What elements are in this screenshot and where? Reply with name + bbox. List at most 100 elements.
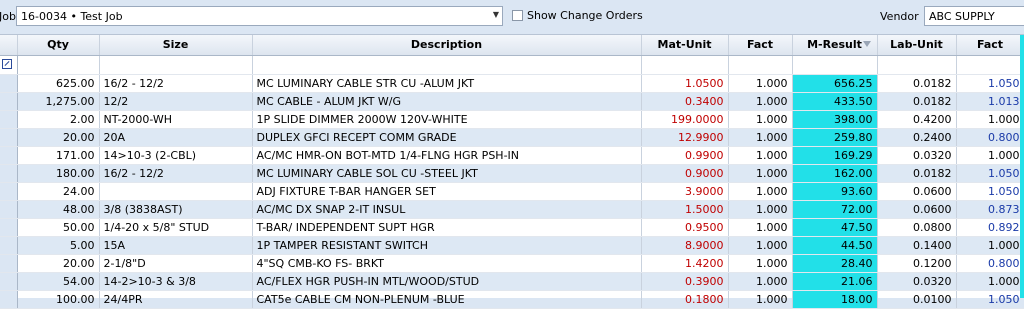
table-row[interactable]: 100.00 24/4PR CAT5e CABLE CM NON-PLENUM -B… [0,290,1024,309]
row-selector[interactable] [0,74,18,93]
cell-description[interactable]: 1P TAMPER RESISTANT SWITCH [252,236,642,255]
cell-size[interactable]: 16/2 - 12/2 [99,164,253,183]
cell-lab-fact[interactable]: 1.050 [956,182,1024,201]
cell-lab-fact[interactable]: 1.050 [956,290,1024,309]
cell-qty[interactable]: 20.00 [17,254,100,273]
column-header-lab-unit[interactable]: Lab-Unit [877,35,957,56]
cell-lab-fact[interactable]: 1.050 [956,164,1024,183]
cell-lab-unit[interactable]: 0.0600 [877,182,957,201]
cell-qty[interactable]: 50.00 [17,218,100,237]
cell-qty[interactable]: 5.00 [17,236,100,255]
row-selector[interactable] [0,272,18,291]
row-selector[interactable] [0,110,18,129]
cell-description[interactable]: AC/MC HMR-ON BOT-MTD 1/4-FLNG HGR PSH-IN [252,146,642,165]
cell-lab-fact[interactable]: 0.800 [956,254,1024,273]
cell-lab-unit[interactable]: 0.0182 [877,164,957,183]
cell-lab-unit[interactable]: 0.0182 [877,74,957,93]
cell-lab-fact[interactable]: 1.000 [956,110,1024,129]
cell-lab-unit[interactable]: 0.4200 [877,110,957,129]
cell-mat-unit[interactable]: 3.9000 [641,182,729,201]
cell-mat-unit[interactable]: 199.0000 [641,110,729,129]
cell-lab-unit[interactable]: 0.0100 [877,290,957,309]
cell-lab-fact[interactable]: 1.000 [956,272,1024,291]
cell-lab-unit[interactable]: 0.0800 [877,218,957,237]
cell-size[interactable]: NT-2000-WH [99,110,253,129]
cell-size[interactable]: 2-1/8"D [99,254,253,273]
cell-m-result[interactable]: 93.60 [792,182,878,201]
row-selector[interactable] [0,236,18,255]
cell-mat-unit[interactable]: 8.9000 [641,236,729,255]
filter-cell-lab-unit[interactable] [877,55,957,75]
cell-qty[interactable]: 54.00 [17,272,100,291]
cell-fact[interactable]: 1.000 [728,128,793,147]
cell-lab-fact[interactable]: 1.000 [956,236,1024,255]
cell-size[interactable]: 16/2 - 12/2 [99,74,253,93]
cell-lab-unit[interactable]: 0.2400 [877,128,957,147]
cell-description[interactable]: CAT5e CABLE CM NON-PLENUM -BLUE [252,290,642,309]
cell-mat-unit[interactable]: 0.9900 [641,146,729,165]
cell-lab-unit[interactable]: 0.0320 [877,146,957,165]
column-header-fact[interactable]: Fact [728,35,793,56]
cell-m-result[interactable]: 656.25 [792,74,878,93]
filter-cell-lab-fact[interactable] [956,55,1024,75]
cell-lab-fact[interactable]: 0.873 [956,200,1024,219]
cell-lab-unit[interactable]: 0.0320 [877,272,957,291]
row-selector[interactable] [0,92,18,111]
cell-size[interactable] [99,182,253,201]
cell-m-result[interactable]: 47.50 [792,218,878,237]
cell-m-result[interactable]: 28.40 [792,254,878,273]
cell-size[interactable]: 15A [99,236,253,255]
row-selector-header[interactable] [0,35,18,56]
cell-m-result[interactable]: 398.00 [792,110,878,129]
cell-mat-unit[interactable]: 1.0500 [641,74,729,93]
cell-lab-unit[interactable]: 0.0600 [877,200,957,219]
row-selector[interactable] [0,164,18,183]
job-select[interactable]: 16-0034 • Test Job ▼ [16,6,503,26]
cell-mat-unit[interactable]: 0.3400 [641,92,729,111]
filter-cell-description[interactable] [252,55,642,75]
cell-lab-unit[interactable]: 0.0182 [877,92,957,111]
cell-fact[interactable]: 1.000 [728,92,793,111]
table-row[interactable]: 1,275.00 12/2 MC CABLE - ALUM JKT W/G 0.340… [0,92,1024,111]
show-change-orders-checkbox[interactable] [512,10,523,21]
cell-size[interactable]: 1/4-20 x 5/8" STUD [99,218,253,237]
filter-cell-m-result[interactable] [792,55,878,75]
cell-m-result[interactable]: 18.00 [792,290,878,309]
cell-qty[interactable]: 100.00 [17,290,100,309]
cell-description[interactable]: MC LUMINARY CABLE STR CU -ALUM JKT [252,74,642,93]
cell-fact[interactable]: 1.000 [728,218,793,237]
cell-fact[interactable]: 1.000 [728,182,793,201]
table-row[interactable]: 24.00 ADJ FIXTURE T-BAR HANGER SET 3.9000 1… [0,182,1024,201]
cell-mat-unit[interactable]: 1.4200 [641,254,729,273]
table-row[interactable]: 54.00 14-2>10-3 & 3/8 AC/FLEX HGR PUSH-IN … [0,272,1024,291]
cell-fact[interactable]: 1.000 [728,74,793,93]
cell-description[interactable]: 1P SLIDE DIMMER 2000W 120V-WHITE [252,110,642,129]
filter-cell-mat-unit[interactable] [641,55,729,75]
cell-qty[interactable]: 24.00 [17,182,100,201]
cell-m-result[interactable]: 433.50 [792,92,878,111]
column-header-m-result[interactable]: M-Result [792,35,878,56]
table-row[interactable]: 48.00 3/8 (3838AST) AC/MC DX SNAP 2-IT INS… [0,200,1024,219]
cell-fact[interactable]: 1.000 [728,254,793,273]
table-row[interactable]: 171.00 14>10-3 (2-CBL) AC/MC HMR-ON BOT-MT… [0,146,1024,165]
cell-m-result[interactable]: 162.00 [792,164,878,183]
cell-mat-unit[interactable]: 0.1800 [641,290,729,309]
row-selector[interactable] [0,254,18,273]
table-row[interactable]: 50.00 1/4-20 x 5/8" STUD T-BAR/ INDEPENDEN… [0,218,1024,237]
row-selector[interactable] [0,200,18,219]
table-row[interactable]: 180.00 16/2 - 12/2 MC LUMINARY CABLE SOL C… [0,164,1024,183]
table-row[interactable]: 5.00 15A 1P TAMPER RESISTANT SWITCH 8.9000 1… [0,236,1024,255]
cell-mat-unit[interactable]: 0.9000 [641,164,729,183]
row-selector[interactable] [0,146,18,165]
column-header-lab-fact[interactable]: Fact [956,35,1024,56]
cell-lab-fact[interactable]: 0.800 [956,128,1024,147]
cell-m-result[interactable]: 44.50 [792,236,878,255]
filter-cell-size[interactable] [99,55,253,75]
cell-lab-fact[interactable]: 1.050 [956,74,1024,93]
row-selector[interactable] [0,218,18,237]
cell-description[interactable]: MC LUMINARY CABLE SOL CU -STEEL JKT [252,164,642,183]
cell-mat-unit[interactable]: 12.9900 [641,128,729,147]
cell-size[interactable]: 3/8 (3838AST) [99,200,253,219]
column-header-qty[interactable]: Qty [17,35,100,56]
filter-cell-qty[interactable] [17,55,100,75]
